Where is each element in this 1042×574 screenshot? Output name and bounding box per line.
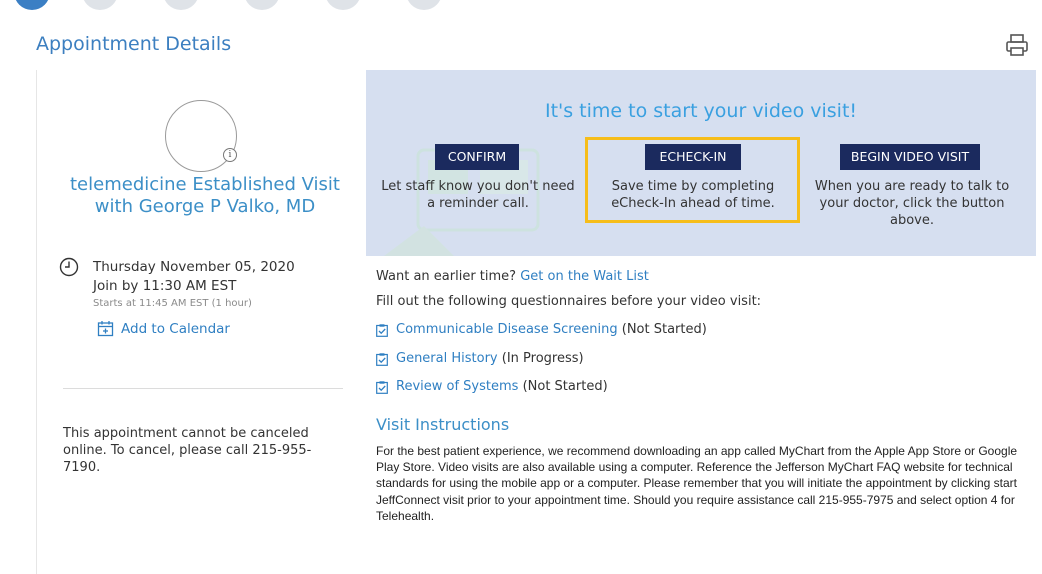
step-indicator	[82, 0, 118, 10]
visit-instructions-body: For the best patient experience, we reco…	[376, 444, 1018, 523]
step-progress-bar	[0, 0, 1042, 12]
printer-icon	[1006, 34, 1028, 56]
add-to-calendar-link[interactable]: Add to Calendar	[121, 321, 230, 337]
questionnaire-status: (In Progress)	[501, 351, 584, 366]
visit-instructions-title: Visit Instructions	[376, 415, 510, 434]
confirm-button[interactable]: CONFIRM	[435, 144, 519, 170]
begin-video-visit-button[interactable]: BEGIN VIDEO VISIT	[840, 144, 980, 170]
clock-icon	[59, 257, 79, 277]
questionnaire-status: (Not Started)	[621, 322, 707, 337]
clipboard-check-icon	[376, 324, 388, 337]
step-indicator-active	[14, 0, 50, 10]
questionnaire-link[interactable]: General History	[396, 351, 498, 366]
start-time: Starts at 11:45 AM EST (1 hour)	[93, 298, 252, 309]
clipboard-check-icon	[376, 353, 388, 366]
questionnaire-intro: Fill out the following questionnaires be…	[376, 294, 762, 309]
step-indicator	[163, 0, 199, 10]
questionnaire-status: (Not Started)	[522, 379, 608, 394]
questionnaire-link[interactable]: Communicable Disease Screening	[396, 322, 618, 337]
info-icon[interactable]: i	[223, 148, 237, 162]
step-indicator	[244, 0, 280, 10]
banner-title: It's time to start your video visit!	[544, 100, 858, 122]
questionnaire-link[interactable]: Review of Systems	[396, 379, 518, 394]
waitlist-link[interactable]: Get on the Wait List	[520, 269, 649, 284]
calendar-add-icon[interactable]	[97, 320, 114, 337]
video-visit-banner: It's time to start your video visit! CON…	[366, 70, 1036, 256]
appointment-date: Thursday November 05, 2020	[93, 259, 295, 275]
clipboard-check-icon	[376, 381, 388, 394]
appointment-title: telemedicine Established Visit with Geor…	[70, 174, 340, 217]
echeck-in-button[interactable]: ECHECK-IN	[645, 144, 741, 170]
divider	[63, 388, 343, 389]
begin-video-visit-description: When you are ready to talk to your docto…	[814, 179, 1010, 228]
page-title: Appointment Details	[36, 33, 232, 55]
echeck-in-description: Save time by completing eCheck-In ahead …	[611, 179, 775, 211]
waitlist-prompt: Want an earlier time?	[376, 269, 517, 284]
step-indicator	[406, 0, 442, 10]
cancel-notice: This appointment cannot be canceled onli…	[63, 426, 312, 475]
step-indicator	[325, 0, 361, 10]
join-by-time: Join by 11:30 AM EST	[93, 278, 237, 294]
waitlist-row: Want an earlier time? Get on the Wait Li…	[376, 269, 649, 284]
confirm-description: Let staff know you don't need a reminder…	[381, 179, 575, 211]
appointment-summary-panel: i telemedicine Established Visit with Ge…	[36, 70, 364, 574]
print-button[interactable]	[1004, 32, 1030, 58]
